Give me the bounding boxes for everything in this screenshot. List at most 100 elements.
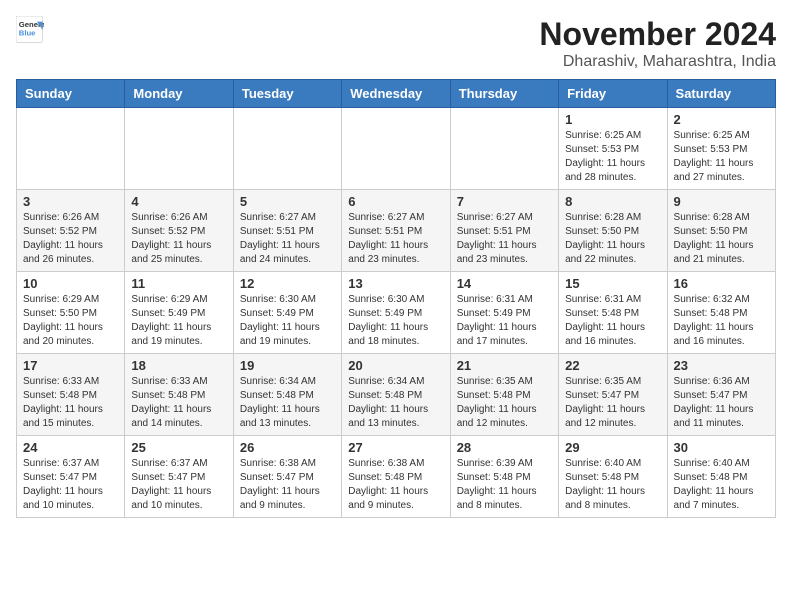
day-number: 19 — [240, 358, 335, 373]
day-info: Sunrise: 6:29 AM Sunset: 5:50 PM Dayligh… — [23, 293, 118, 349]
day-number: 15 — [565, 276, 660, 291]
calendar-cell: 12 Sunrise: 6:30 AM Sunset: 5:49 PM Dayli… — [233, 272, 341, 354]
day-number: 27 — [348, 440, 443, 455]
day-number: 30 — [674, 440, 769, 455]
day-info: Sunrise: 6:25 AM Sunset: 5:53 PM Dayligh… — [674, 129, 769, 185]
day-info: Sunrise: 6:27 AM Sunset: 5:51 PM Dayligh… — [457, 211, 552, 267]
day-info: Sunrise: 6:28 AM Sunset: 5:50 PM Dayligh… — [674, 211, 769, 267]
day-number: 23 — [674, 358, 769, 373]
day-number: 16 — [674, 276, 769, 291]
calendar-cell: 10 Sunrise: 6:29 AM Sunset: 5:50 PM Dayli… — [17, 272, 125, 354]
day-number: 26 — [240, 440, 335, 455]
calendar-cell — [342, 108, 450, 190]
day-number: 6 — [348, 194, 443, 209]
day-info: Sunrise: 6:38 AM Sunset: 5:47 PM Dayligh… — [240, 457, 335, 513]
calendar-cell: 13 Sunrise: 6:30 AM Sunset: 5:49 PM Dayli… — [342, 272, 450, 354]
day-info: Sunrise: 6:39 AM Sunset: 5:48 PM Dayligh… — [457, 457, 552, 513]
day-info: Sunrise: 6:26 AM Sunset: 5:52 PM Dayligh… — [131, 211, 226, 267]
day-info: Sunrise: 6:30 AM Sunset: 5:49 PM Dayligh… — [240, 293, 335, 349]
calendar-cell: 17 Sunrise: 6:33 AM Sunset: 5:48 PM Dayli… — [17, 354, 125, 436]
weekday-header-friday: Friday — [559, 80, 667, 108]
day-info: Sunrise: 6:40 AM Sunset: 5:48 PM Dayligh… — [565, 457, 660, 513]
day-info: Sunrise: 6:31 AM Sunset: 5:48 PM Dayligh… — [565, 293, 660, 349]
day-number: 21 — [457, 358, 552, 373]
day-info: Sunrise: 6:36 AM Sunset: 5:47 PM Dayligh… — [674, 375, 769, 431]
calendar-cell: 14 Sunrise: 6:31 AM Sunset: 5:49 PM Dayli… — [450, 272, 558, 354]
calendar-cell: 27 Sunrise: 6:38 AM Sunset: 5:48 PM Dayli… — [342, 436, 450, 518]
weekday-header-monday: Monday — [125, 80, 233, 108]
calendar-week-1: 1 Sunrise: 6:25 AM Sunset: 5:53 PM Daylig… — [17, 108, 776, 190]
day-number: 2 — [674, 112, 769, 127]
day-number: 1 — [565, 112, 660, 127]
title-block: November 2024 Dharashiv, Maharashtra, In… — [539, 16, 776, 71]
calendar-cell: 2 Sunrise: 6:25 AM Sunset: 5:53 PM Daylig… — [667, 108, 775, 190]
calendar-cell: 15 Sunrise: 6:31 AM Sunset: 5:48 PM Dayli… — [559, 272, 667, 354]
day-number: 7 — [457, 194, 552, 209]
day-number: 28 — [457, 440, 552, 455]
day-number: 24 — [23, 440, 118, 455]
day-number: 13 — [348, 276, 443, 291]
day-info: Sunrise: 6:33 AM Sunset: 5:48 PM Dayligh… — [131, 375, 226, 431]
day-info: Sunrise: 6:35 AM Sunset: 5:47 PM Dayligh… — [565, 375, 660, 431]
calendar-week-5: 24 Sunrise: 6:37 AM Sunset: 5:47 PM Dayli… — [17, 436, 776, 518]
day-info: Sunrise: 6:35 AM Sunset: 5:48 PM Dayligh… — [457, 375, 552, 431]
day-number: 11 — [131, 276, 226, 291]
calendar-cell: 7 Sunrise: 6:27 AM Sunset: 5:51 PM Daylig… — [450, 190, 558, 272]
calendar-cell — [125, 108, 233, 190]
page-container: General Blue November 2024 Dharashiv, Ma… — [16, 16, 776, 518]
weekday-header-tuesday: Tuesday — [233, 80, 341, 108]
calendar-cell: 22 Sunrise: 6:35 AM Sunset: 5:47 PM Dayli… — [559, 354, 667, 436]
day-info: Sunrise: 6:38 AM Sunset: 5:48 PM Dayligh… — [348, 457, 443, 513]
day-info: Sunrise: 6:29 AM Sunset: 5:49 PM Dayligh… — [131, 293, 226, 349]
calendar-cell: 24 Sunrise: 6:37 AM Sunset: 5:47 PM Dayli… — [17, 436, 125, 518]
day-number: 14 — [457, 276, 552, 291]
calendar-cell: 19 Sunrise: 6:34 AM Sunset: 5:48 PM Dayli… — [233, 354, 341, 436]
calendar-table: SundayMondayTuesdayWednesdayThursdayFrid… — [16, 79, 776, 518]
day-number: 17 — [23, 358, 118, 373]
day-info: Sunrise: 6:37 AM Sunset: 5:47 PM Dayligh… — [131, 457, 226, 513]
weekday-header-wednesday: Wednesday — [342, 80, 450, 108]
calendar-week-2: 3 Sunrise: 6:26 AM Sunset: 5:52 PM Daylig… — [17, 190, 776, 272]
day-number: 12 — [240, 276, 335, 291]
calendar-cell: 3 Sunrise: 6:26 AM Sunset: 5:52 PM Daylig… — [17, 190, 125, 272]
calendar-cell: 8Sunrise: 6:28 AM Sunset: 5:50 PM Daylig… — [559, 190, 667, 272]
day-number: 22 — [565, 358, 660, 373]
calendar-cell — [233, 108, 341, 190]
calendar-cell: 26 Sunrise: 6:38 AM Sunset: 5:47 PM Dayli… — [233, 436, 341, 518]
logo: General Blue — [16, 16, 44, 44]
day-info: Sunrise: 6:27 AM Sunset: 5:51 PM Dayligh… — [348, 211, 443, 267]
weekday-header-thursday: Thursday — [450, 80, 558, 108]
day-info: Sunrise: 6:34 AM Sunset: 5:48 PM Dayligh… — [240, 375, 335, 431]
calendar-cell: 30 Sunrise: 6:40 AM Sunset: 5:48 PM Dayli… — [667, 436, 775, 518]
day-number: 9 — [674, 194, 769, 209]
svg-text:Blue: Blue — [19, 29, 36, 38]
day-number: 10 — [23, 276, 118, 291]
calendar-cell: 5Sunrise: 6:27 AM Sunset: 5:51 PM Daylig… — [233, 190, 341, 272]
day-info: Sunrise: 6:31 AM Sunset: 5:49 PM Dayligh… — [457, 293, 552, 349]
day-number: 29 — [565, 440, 660, 455]
day-info: Sunrise: 6:30 AM Sunset: 5:49 PM Dayligh… — [348, 293, 443, 349]
day-info: Sunrise: 6:34 AM Sunset: 5:48 PM Dayligh… — [348, 375, 443, 431]
calendar-week-4: 17 Sunrise: 6:33 AM Sunset: 5:48 PM Dayli… — [17, 354, 776, 436]
day-info: Sunrise: 6:37 AM Sunset: 5:47 PM Dayligh… — [23, 457, 118, 513]
day-number: 5 — [240, 194, 335, 209]
day-info: Sunrise: 6:40 AM Sunset: 5:48 PM Dayligh… — [674, 457, 769, 513]
calendar-cell: 16 Sunrise: 6:32 AM Sunset: 5:48 PM Dayli… — [667, 272, 775, 354]
day-info: Sunrise: 6:26 AM Sunset: 5:52 PM Dayligh… — [23, 211, 118, 267]
calendar-cell: 25Sunrise: 6:37 AM Sunset: 5:47 PM Dayli… — [125, 436, 233, 518]
weekday-header-sunday: Sunday — [17, 80, 125, 108]
day-info: Sunrise: 6:32 AM Sunset: 5:48 PM Dayligh… — [674, 293, 769, 349]
calendar-cell: 1 Sunrise: 6:25 AM Sunset: 5:53 PM Daylig… — [559, 108, 667, 190]
calendar-cell: 28 Sunrise: 6:39 AM Sunset: 5:48 PM Dayli… — [450, 436, 558, 518]
calendar-cell — [17, 108, 125, 190]
day-number: 3 — [23, 194, 118, 209]
calendar-week-3: 10 Sunrise: 6:29 AM Sunset: 5:50 PM Dayli… — [17, 272, 776, 354]
weekday-header-saturday: Saturday — [667, 80, 775, 108]
location-subtitle: Dharashiv, Maharashtra, India — [539, 53, 776, 71]
day-info: Sunrise: 6:28 AM Sunset: 5:50 PM Dayligh… — [565, 211, 660, 267]
month-title: November 2024 — [539, 16, 776, 53]
day-info: Sunrise: 6:33 AM Sunset: 5:48 PM Dayligh… — [23, 375, 118, 431]
calendar-cell: 18Sunrise: 6:33 AM Sunset: 5:48 PM Dayli… — [125, 354, 233, 436]
day-info: Sunrise: 6:25 AM Sunset: 5:53 PM Dayligh… — [565, 129, 660, 185]
calendar-cell: 20Sunrise: 6:34 AM Sunset: 5:48 PM Dayli… — [342, 354, 450, 436]
